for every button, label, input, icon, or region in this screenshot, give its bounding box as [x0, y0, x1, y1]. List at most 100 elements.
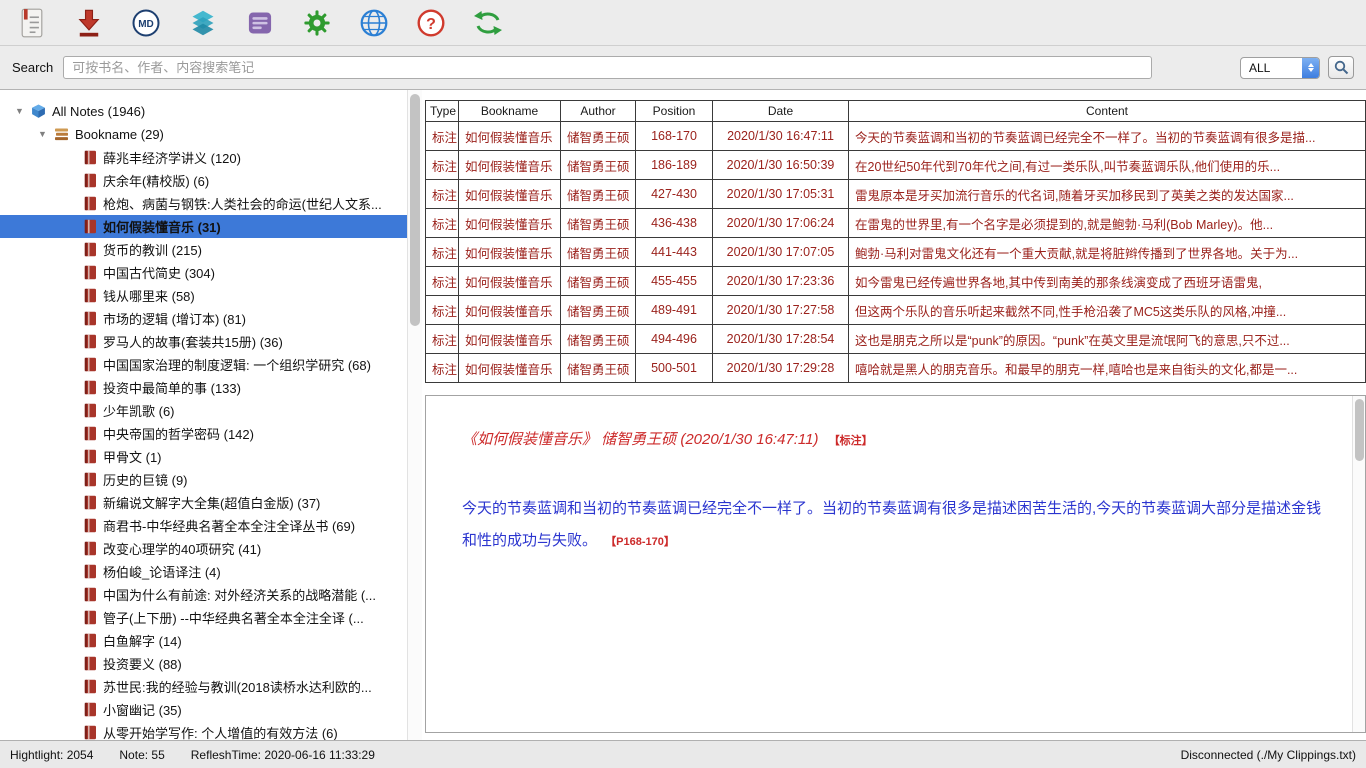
cell-content: 嘻哈就是黑人的朋克音乐。和最早的朋克一样,嘻哈也是来自街头的文化,都是一...: [849, 354, 1366, 383]
filter-dropdown[interactable]: ALL: [1240, 57, 1320, 79]
sidebar-item-book[interactable]: 少年凯歌 (6): [0, 399, 407, 422]
sidebar-item-book[interactable]: 如何假装懂音乐 (31): [0, 215, 407, 238]
cell-date: 2020/1/30 17:28:54: [713, 325, 849, 354]
sidebar-item-book[interactable]: 庆余年(精校版) (6): [0, 169, 407, 192]
book-label: 新编说文解字大全集(超值白金版) (37): [103, 493, 320, 512]
disclosure-triangle-icon[interactable]: ▼: [37, 130, 48, 139]
refresh-icon[interactable]: [470, 5, 506, 41]
col-position[interactable]: Position: [636, 101, 713, 122]
search-button[interactable]: [1328, 56, 1354, 79]
cell-content: 在20世纪50年代到70年代之间,有过一类乐队,叫节奏蓝调乐队,他们使用的乐..…: [849, 151, 1366, 180]
detail-scrollbar[interactable]: [1352, 396, 1365, 732]
sidebar-item-book[interactable]: 薛兆丰经济学讲义 (120): [0, 146, 407, 169]
cell-bookname: 如何假装懂音乐: [459, 151, 561, 180]
sidebar-item-book[interactable]: 管子(上下册) --中华经典名著全本全注全译 (...: [0, 606, 407, 629]
sidebar-item-book[interactable]: 市场的逻辑 (增订本) (81): [0, 307, 407, 330]
cell-author: 储智勇王硕: [561, 267, 636, 296]
sidebar-item-book[interactable]: 货币的教训 (215): [0, 238, 407, 261]
sidebar-item-book[interactable]: 从零开始学写作: 个人增值的有效方法 (6): [0, 721, 407, 740]
sidebar-item-book[interactable]: 苏世民:我的经验与教训(2018读桥水达利欧的...: [0, 675, 407, 698]
book-label: 庆余年(精校版) (6): [103, 171, 209, 190]
sidebar-item-book[interactable]: 中国国家治理的制度逻辑: 一个组织学研究 (68): [0, 353, 407, 376]
book-label: 少年凯歌 (6): [103, 401, 175, 420]
notes-icon[interactable]: [14, 5, 50, 41]
book-label: 如何假装懂音乐 (31): [103, 217, 221, 236]
book-label: 中央帝国的哲学密码 (142): [103, 424, 254, 443]
sidebar-item-book[interactable]: 投资要义 (88): [0, 652, 407, 675]
sidebar-item-book[interactable]: 投资中最简单的事 (133): [0, 376, 407, 399]
table-row[interactable]: 标注 如何假装懂音乐 储智勇王硕 436-438 2020/1/30 17:06…: [426, 209, 1366, 238]
book-icon: [84, 702, 97, 717]
sidebar-item-book[interactable]: 小窗幽记 (35): [0, 698, 407, 721]
table-row[interactable]: 标注 如何假装懂音乐 储智勇王硕 441-443 2020/1/30 17:07…: [426, 238, 1366, 267]
col-type[interactable]: Type: [426, 101, 459, 122]
language-globe-icon[interactable]: [356, 5, 392, 41]
cell-author: 储智勇王硕: [561, 209, 636, 238]
cell-type: 标注: [426, 122, 459, 151]
book-icon: [84, 334, 97, 349]
scrollbar-thumb[interactable]: [410, 94, 420, 326]
sidebar-item-book[interactable]: 罗马人的故事(套装共15册) (36): [0, 330, 407, 353]
cell-type: 标注: [426, 180, 459, 209]
settings-gear-icon[interactable]: [299, 5, 335, 41]
sidebar-item-book[interactable]: 杨伯峻_论语译注 (4): [0, 560, 407, 583]
book-label: 甲骨文 (1): [103, 447, 162, 466]
sidebar: ▼ All Notes (1946) ▼: [0, 90, 422, 740]
table-row[interactable]: 标注 如何假装懂音乐 储智勇王硕 186-189 2020/1/30 16:50…: [426, 151, 1366, 180]
sidebar-item-book[interactable]: 改变心理学的40项研究 (41): [0, 537, 407, 560]
sidebar-item-book[interactable]: 历史的巨镜 (9): [0, 468, 407, 491]
book-label: 中国国家治理的制度逻辑: 一个组织学研究 (68): [103, 355, 371, 374]
cell-content: 今天的节奏蓝调和当初的节奏蓝调已经完全不一样了。当初的节奏蓝调有很多是描...: [849, 122, 1366, 151]
sidebar-item-book[interactable]: 白鱼解字 (14): [0, 629, 407, 652]
col-bookname[interactable]: Bookname: [459, 101, 561, 122]
sidebar-item-book[interactable]: 中国为什么有前途: 对外经济关系的战略潜能 (...: [0, 583, 407, 606]
export-download-icon[interactable]: [71, 5, 107, 41]
col-date[interactable]: Date: [713, 101, 849, 122]
cell-content: 鲍勃·马利对雷鬼文化还有一个重大贡献,就是将脏辫传播到了世界各地。关于为...: [849, 238, 1366, 267]
status-refresh-time: RefleshTime: 2020-06-16 11:33:29: [191, 748, 375, 762]
cell-date: 2020/1/30 17:27:58: [713, 296, 849, 325]
table-row[interactable]: 标注 如何假装懂音乐 储智勇王硕 455-455 2020/1/30 17:23…: [426, 267, 1366, 296]
book-label: 历史的巨镜 (9): [103, 470, 188, 489]
status-highlight-count: Hightlight: 2054: [10, 748, 93, 762]
table-row[interactable]: 标注 如何假装懂音乐 储智勇王硕 427-430 2020/1/30 17:05…: [426, 180, 1366, 209]
library-icon[interactable]: [242, 5, 278, 41]
scrollbar-thumb[interactable]: [1355, 399, 1364, 461]
table-row[interactable]: 标注 如何假装懂音乐 储智勇王硕 494-496 2020/1/30 17:28…: [426, 325, 1366, 354]
book-label: 中国为什么有前途: 对外经济关系的战略潜能 (...: [103, 585, 376, 604]
sidebar-item-book[interactable]: 新编说文解字大全集(超值白金版) (37): [0, 491, 407, 514]
content-area: ▼ All Notes (1946) ▼: [0, 90, 1366, 740]
sidebar-item-bookname[interactable]: ▼ Bookname (29): [0, 123, 407, 146]
filter-value: ALL: [1241, 61, 1302, 75]
detail-content-area: 《如何假装懂音乐》 储智勇王硕 (2020/1/30 16:47:11) 【标注…: [426, 396, 1352, 732]
col-author[interactable]: Author: [561, 101, 636, 122]
sidebar-item-book[interactable]: 枪炮、病菌与钢铁:人类社会的命运(世纪人文系...: [0, 192, 407, 215]
table-row[interactable]: 标注 如何假装懂音乐 储智勇王硕 500-501 2020/1/30 17:29…: [426, 354, 1366, 383]
sidebar-item-book[interactable]: 中国古代简史 (304): [0, 261, 407, 284]
sidebar-scrollbar[interactable]: [407, 90, 422, 740]
book-label: 货币的教训 (215): [103, 240, 202, 259]
table-row[interactable]: 标注 如何假装懂音乐 储智勇王硕 489-491 2020/1/30 17:27…: [426, 296, 1366, 325]
table-header-row: Type Bookname Author Position Date Conte…: [426, 101, 1366, 122]
disclosure-triangle-icon[interactable]: ▼: [14, 107, 25, 116]
cell-date: 2020/1/30 16:50:39: [713, 151, 849, 180]
sidebar-item-book[interactable]: 甲骨文 (1): [0, 445, 407, 468]
cell-position: 489-491: [636, 296, 713, 325]
table-row[interactable]: 标注 如何假装懂音乐 储智勇王硕 168-170 2020/1/30 16:47…: [426, 122, 1366, 151]
sidebar-item-book[interactable]: 中央帝国的哲学密码 (142): [0, 422, 407, 445]
sidebar-item-book[interactable]: 商君书-中华经典名著全本全注全译丛书 (69): [0, 514, 407, 537]
bookname-label: Bookname (29): [75, 127, 164, 142]
cell-content: 如今雷鬼已经传遍世界各地,其中传到南美的那条线演变成了西班牙语雷鬼,: [849, 267, 1366, 296]
cell-bookname: 如何假装懂音乐: [459, 354, 561, 383]
layers-icon[interactable]: [185, 5, 221, 41]
sidebar-item-book[interactable]: 钱从哪里来 (58): [0, 284, 407, 307]
sidebar-item-all-notes[interactable]: ▼ All Notes (1946): [0, 100, 407, 123]
search-input[interactable]: [63, 56, 1152, 79]
help-icon[interactable]: ?: [413, 5, 449, 41]
book-icon: [84, 656, 97, 671]
col-content[interactable]: Content: [849, 101, 1366, 122]
book-label: 管子(上下册) --中华经典名著全本全注全译 (...: [103, 608, 364, 627]
cell-position: 500-501: [636, 354, 713, 383]
book-icon: [84, 633, 97, 648]
markdown-icon[interactable]: MD: [128, 5, 164, 41]
